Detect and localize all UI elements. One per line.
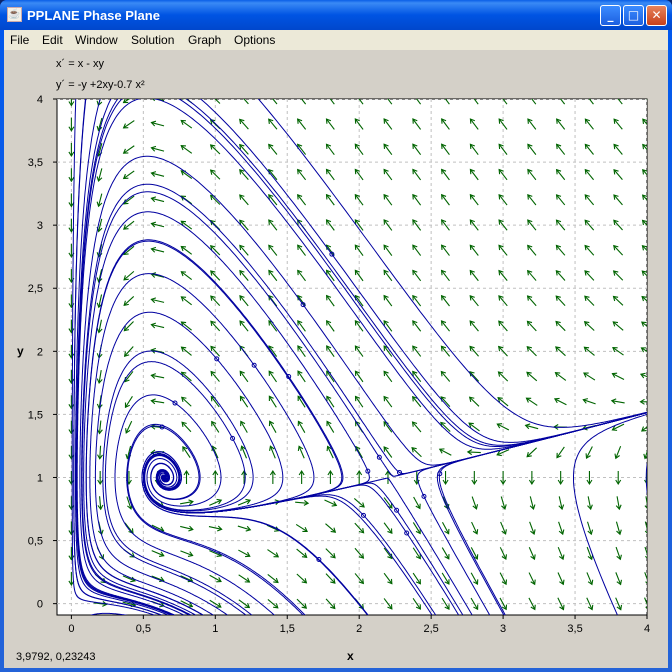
x-tick-label: 2 <box>356 623 362 635</box>
y-tick-label: 3,5 <box>28 157 43 169</box>
plot-area[interactable] <box>56 98 648 616</box>
x-tick-label: 1,5 <box>280 623 295 635</box>
y-tick-label: 0,5 <box>28 536 43 548</box>
x-tick-label: 3,5 <box>567 623 582 635</box>
y-tick-label: 1,5 <box>28 409 43 421</box>
trajectory <box>645 461 647 496</box>
phase-plane-plot[interactable]: 0 0,5 1 1,5 2 2,5 3 3,5 4 0 0,5 1 1,5 2 2,5 3 3,5 4 <box>0 0 672 672</box>
y-tick-label: 2 <box>37 346 43 358</box>
pplane-window: ☕ PPLANE Phase Plane _ □ ✕ File Edit Win… <box>0 0 672 672</box>
x-tick-label: 0,5 <box>136 623 151 635</box>
y-tick-label: 3 <box>37 220 43 232</box>
x-tick-label: 3 <box>500 623 506 635</box>
y-tick-label: 1 <box>37 472 43 484</box>
y-tick-label: 0 <box>37 599 43 611</box>
x-tick-label: 0 <box>68 623 74 635</box>
y-tick-label: 4 <box>37 94 43 106</box>
x-tick-label: 4 <box>644 623 650 635</box>
y-tick-label: 2,5 <box>28 283 43 295</box>
x-tick-label: 1 <box>212 623 218 635</box>
x-tick-label: 2,5 <box>423 623 438 635</box>
